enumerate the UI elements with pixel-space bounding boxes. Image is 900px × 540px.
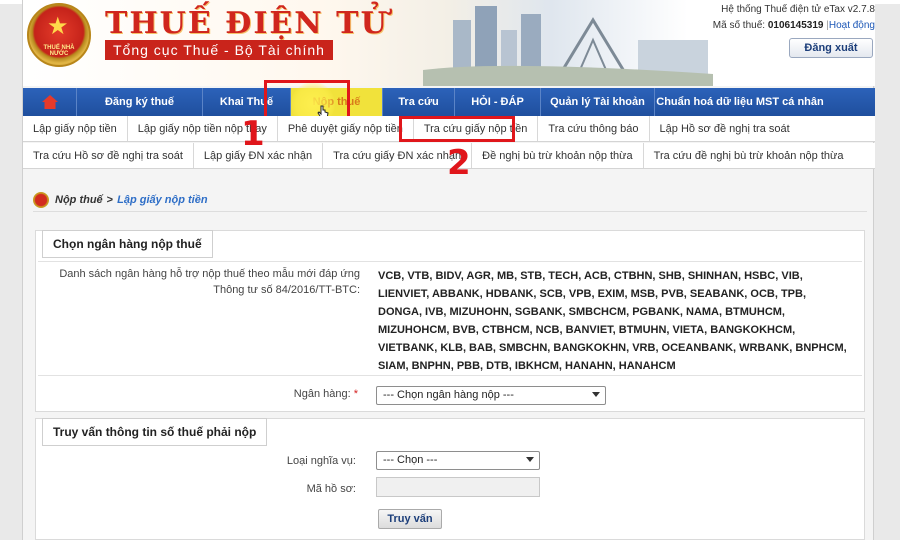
tax-query-panel: Truy vấn thông tin số thuế phải nộp Loại… — [35, 418, 865, 540]
bank-selection-panel: Chọn ngân hàng nộp thuế Danh sách ngân h… — [35, 230, 865, 412]
annotation-box-nop-thue — [264, 80, 350, 120]
logo-subtitle: Tổng cục Thuế - Bộ Tài chính — [105, 40, 333, 60]
system-info: Hệ thống Thuế điện tử eTax v2.7.8 Mã số … — [712, 4, 875, 31]
required-mark: * — [353, 388, 358, 400]
logo-title: THUẾ ĐIỆN TỬ — [105, 6, 389, 41]
breadcrumb-separator: > — [106, 193, 114, 206]
nav-tra-cuu[interactable]: Tra cứu — [383, 88, 455, 116]
subnav-phe-duyet-giay-nop-tien[interactable]: Phê duyệt giấy nộp tiền — [278, 116, 414, 141]
nav-quan-ly-tai-khoan[interactable]: Quản lý Tài khoản — [541, 88, 655, 116]
main-nav: Đăng ký thuế Khai Thuế Nộp thuế Tra cứu … — [23, 88, 875, 116]
breadcrumb-home[interactable]: Nộp thuế — [55, 194, 103, 206]
bank-select[interactable]: --- Chọn ngân hàng nộp --- — [376, 386, 606, 405]
home-button[interactable] — [23, 88, 77, 116]
emblem-icon — [33, 191, 49, 208]
obligation-select-value: --- Chọn --- — [383, 454, 438, 466]
subnav-de-nghi-bu-tru[interactable]: Đề nghị bù trừ khoản nộp thừa — [472, 143, 644, 168]
star-icon: ★ — [47, 13, 69, 40]
city-skyline-banner — [423, 6, 713, 86]
status-link[interactable]: Hoạt động — [829, 20, 875, 31]
bank-list-label: Danh sách ngân hàng hỗ trợ nộp thuế theo… — [59, 268, 360, 296]
bank-select-row: Ngân hàng: * --- Chọn ngân hàng nộp --- — [38, 375, 862, 411]
annotation-box-tra-cuu-giay-nop-tien — [399, 116, 515, 142]
annotation-step-2: 2 — [447, 143, 471, 183]
subnav-tra-cuu-thong-bao[interactable]: Tra cứu thông báo — [538, 116, 650, 141]
site-header: ★ THUẾ NHÀ NƯỚC THUẾ ĐIỆN TỬ Tổng cục Th… — [23, 0, 875, 86]
logout-button[interactable]: Đăng xuất — [789, 38, 873, 58]
obligation-select[interactable]: --- Chọn --- — [376, 451, 540, 470]
supported-bank-list: VCB, VTB, BIDV, AGR, MB, STB, TECH, ACB,… — [378, 270, 847, 372]
system-name: Hệ thống Thuế điện tử eTax v2.7.8 — [721, 4, 875, 15]
subnav-lap-ho-so-tra-soat[interactable]: Lập Hồ sơ đề nghị tra soát — [650, 116, 800, 141]
annotation-step-1: 1 — [241, 114, 265, 154]
tax-id-label: Mã số thuế: — [712, 20, 766, 31]
chevron-down-icon — [592, 392, 600, 397]
page-frame: ★ THUẾ NHÀ NƯỚC THUẾ ĐIỆN TỬ Tổng cục Th… — [22, 0, 875, 540]
home-icon — [41, 95, 58, 109]
subnav-tra-cuu-de-nghi-bu-tru[interactable]: Tra cứu đề nghị bù trừ khoản nộp thừa — [644, 143, 854, 168]
bank-section-legend: Chọn ngân hàng nộp thuế — [42, 230, 213, 258]
obligation-label: Loại nghĩa vụ: — [286, 455, 356, 467]
file-code-label: Mã hồ sơ: — [306, 483, 356, 495]
emblem-text: THUẾ NHÀ NƯỚC — [43, 45, 75, 57]
bank-select-value: --- Chọn ngân hàng nộp --- — [383, 389, 514, 401]
tax-id-value: 0106145319 — [767, 20, 824, 31]
subnav-lap-giay-nop-tien[interactable]: Lập giấy nộp tiền — [23, 116, 128, 141]
subnav-tra-cuu-ho-so-tra-soat[interactable]: Tra cứu Hồ sơ đề nghị tra soát — [23, 143, 194, 168]
breadcrumb-current: Lập giấy nộp tiền — [117, 193, 208, 206]
query-button[interactable]: Truy vấn — [378, 509, 442, 529]
nav-dang-ky-thue[interactable]: Đăng ký thuế — [77, 88, 203, 116]
nav-hoi-dap[interactable]: HỎI - ĐÁP — [455, 88, 541, 116]
nav-chuan-hoa-du-lieu[interactable]: Chuẩn hoá dữ liệu MST cá nhân — [655, 88, 825, 116]
chevron-down-icon — [526, 457, 534, 462]
query-section-legend: Truy vấn thông tin số thuế phải nộp — [42, 418, 268, 446]
breadcrumb: Nộp thuế > Lập giấy nộp tiền — [33, 188, 867, 212]
file-code-input[interactable] — [376, 477, 540, 497]
bank-label: Ngân hàng: — [293, 388, 351, 400]
national-emblem-logo: ★ THUẾ NHÀ NƯỚC — [27, 3, 91, 67]
